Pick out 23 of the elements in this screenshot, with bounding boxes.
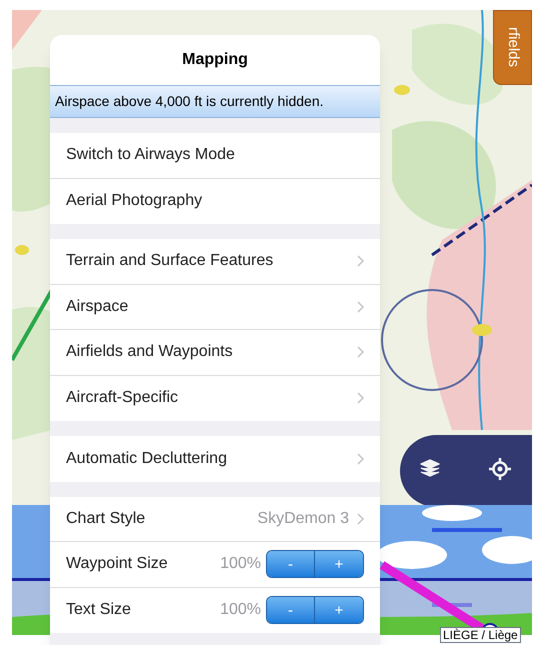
menu-row[interactable]: Terrain and Surface Features	[50, 239, 380, 284]
chevron-icon	[357, 300, 364, 313]
chevron-icon	[357, 452, 364, 465]
value-text: 100%	[220, 600, 261, 620]
layers-icon[interactable]	[420, 458, 440, 478]
chevron-icon	[357, 512, 364, 525]
popover-title: Mapping	[50, 35, 380, 85]
chevron-icon	[357, 255, 364, 268]
menu-row[interactable]: Airfields and Waypoints	[50, 330, 380, 376]
side-tab[interactable]: rfields	[493, 10, 532, 85]
value-text: SkyDemon 3	[257, 508, 349, 529]
menu-row[interactable]: Aerial Photography	[50, 178, 380, 224]
chevron-icon	[357, 346, 364, 358]
value-text: 100%	[220, 554, 261, 574]
locate-icon[interactable]	[489, 458, 511, 480]
menu-row[interactable]: Airspace	[50, 284, 380, 330]
menu-row[interactable]: Automatic Decluttering	[50, 436, 380, 482]
place-label: LIÈGE / Liège	[440, 627, 521, 643]
menu-row[interactable]: Aircraft-Specific	[50, 376, 380, 421]
chevron-icon	[357, 392, 364, 404]
menu-row[interactable]: Chart Style SkyDemon 3	[50, 496, 380, 542]
menu-row[interactable]: Switch to Airways Mode	[50, 133, 380, 178]
notice-banner: Airspace above 4,000 ft is currently hidden.	[50, 85, 380, 118]
